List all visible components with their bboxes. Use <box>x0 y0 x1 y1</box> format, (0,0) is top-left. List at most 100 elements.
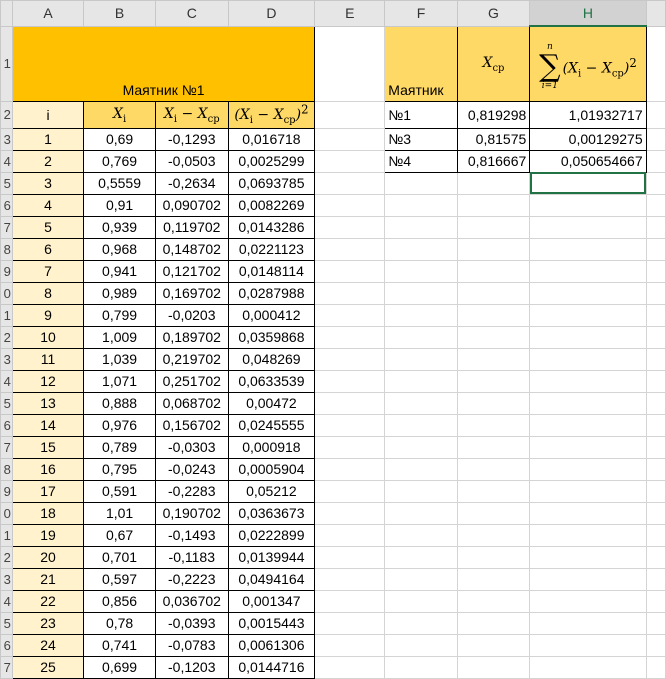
cell-i[interactable] <box>645 259 666 283</box>
index-cell[interactable]: 1 <box>11 127 85 151</box>
cell-i[interactable] <box>645 325 666 349</box>
cell-e[interactable] <box>314 457 386 481</box>
cell-i[interactable] <box>645 347 666 371</box>
cell-h[interactable] <box>529 523 647 547</box>
squared-deviation-cell[interactable]: 0,00472 <box>227 391 316 415</box>
cell-h[interactable] <box>529 633 647 657</box>
row-header[interactable]: 2 <box>0 545 13 569</box>
deviation-cell[interactable]: 0,148702 <box>154 237 229 261</box>
cell-g[interactable] <box>456 435 531 459</box>
cell-f[interactable] <box>384 215 458 239</box>
x-value-cell[interactable]: 0,769 <box>83 149 156 173</box>
cell-g[interactable] <box>456 589 531 613</box>
row-header[interactable]: 2 <box>0 100 13 129</box>
row-header[interactable]: 1 <box>0 523 13 547</box>
squared-deviation-cell[interactable]: 0,0143286 <box>227 215 316 239</box>
deviation-cell[interactable]: -0,0203 <box>154 303 229 327</box>
cell-f[interactable] <box>384 303 458 327</box>
deviation-cell[interactable]: -0,0783 <box>154 633 229 657</box>
cell-e[interactable] <box>314 215 386 239</box>
cell-i[interactable] <box>645 369 666 393</box>
index-cell[interactable]: 15 <box>11 435 85 459</box>
deviation-cell[interactable]: -0,0393 <box>154 611 229 635</box>
cell-i[interactable] <box>645 391 666 415</box>
index-cell[interactable]: 16 <box>11 457 85 481</box>
cell-e[interactable] <box>314 523 386 547</box>
formula-header-cell[interactable]: (Xi − Xср)2 <box>227 100 316 129</box>
cell-e[interactable] <box>314 413 386 437</box>
cell-f[interactable] <box>384 193 458 217</box>
x-value-cell[interactable]: 0,856 <box>83 589 156 613</box>
row-header[interactable]: 5 <box>0 391 13 415</box>
cell-h[interactable] <box>529 281 647 305</box>
cell-i[interactable] <box>645 435 666 459</box>
sum-value-cell[interactable]: 0,050654667 <box>529 149 647 173</box>
x-value-cell[interactable]: 0,939 <box>83 215 156 239</box>
deviation-cell[interactable]: -0,1293 <box>154 127 229 151</box>
cell-i1[interactable] <box>645 25 666 102</box>
cell-e[interactable] <box>314 655 386 679</box>
cell-h[interactable] <box>529 435 647 459</box>
deviation-cell[interactable]: 0,219702 <box>154 347 229 371</box>
row-header[interactable]: 8 <box>0 457 13 481</box>
cell-i[interactable] <box>645 567 666 591</box>
row-header[interactable]: 3 <box>0 347 13 371</box>
deviation-cell[interactable]: -0,2634 <box>154 171 229 195</box>
cell-e[interactable] <box>314 391 386 415</box>
cell-f[interactable] <box>384 237 458 261</box>
x-value-cell[interactable]: 1,039 <box>83 347 156 371</box>
column-header-g[interactable]: G <box>456 0 531 27</box>
cell-g[interactable] <box>456 325 531 349</box>
deviation-cell[interactable]: -0,0303 <box>154 435 229 459</box>
squared-deviation-cell[interactable]: 0,001347 <box>227 589 316 613</box>
row-header[interactable]: 0 <box>0 501 13 525</box>
cell-e1[interactable] <box>314 25 386 102</box>
row-header[interactable]: 7 <box>0 215 13 239</box>
deviation-cell[interactable]: 0,251702 <box>154 369 229 393</box>
cell-i[interactable] <box>645 215 666 239</box>
squared-deviation-cell[interactable]: 0,000918 <box>227 435 316 459</box>
row-header[interactable]: 4 <box>0 149 13 173</box>
cell-h[interactable] <box>529 171 647 195</box>
x-value-cell[interactable]: 0,989 <box>83 281 156 305</box>
cell-g[interactable] <box>456 369 531 393</box>
pendulum-name-cell[interactable]: №3 <box>384 127 458 151</box>
deviation-cell[interactable]: -0,0243 <box>154 457 229 481</box>
index-cell[interactable]: 22 <box>11 589 85 613</box>
deviation-cell[interactable]: 0,156702 <box>154 413 229 437</box>
row-header[interactable]: 2 <box>0 325 13 349</box>
deviation-cell[interactable]: 0,121702 <box>154 259 229 283</box>
row-header[interactable]: 6 <box>0 193 13 217</box>
cell-g[interactable] <box>456 391 531 415</box>
cell-i[interactable] <box>645 589 666 613</box>
cell-e[interactable] <box>314 435 386 459</box>
squared-deviation-cell[interactable]: 0,05212 <box>227 479 316 503</box>
deviation-cell[interactable]: 0,169702 <box>154 281 229 305</box>
cell-i[interactable] <box>645 171 666 195</box>
cell-e[interactable] <box>314 501 386 525</box>
cell-f[interactable] <box>384 281 458 305</box>
row-header[interactable]: 9 <box>0 259 13 283</box>
squared-deviation-cell[interactable]: 0,0245555 <box>227 413 316 437</box>
cell-f[interactable] <box>384 479 458 503</box>
row-header[interactable]: 8 <box>0 237 13 261</box>
cell-g[interactable] <box>456 523 531 547</box>
squared-deviation-cell[interactable]: 0,0015443 <box>227 611 316 635</box>
cell-h[interactable] <box>529 567 647 591</box>
x-value-cell[interactable]: 0,91 <box>83 193 156 217</box>
cell-f[interactable] <box>384 589 458 613</box>
squared-deviation-cell[interactable]: 0,0363673 <box>227 501 316 525</box>
cell-i[interactable] <box>645 281 666 305</box>
select-all-corner[interactable] <box>0 0 13 27</box>
x-value-cell[interactable]: 0,789 <box>83 435 156 459</box>
deviation-cell[interactable]: 0,189702 <box>154 325 229 349</box>
column-header-a[interactable]: A <box>11 0 85 27</box>
cell-h[interactable] <box>529 391 647 415</box>
row-header[interactable]: 6 <box>0 413 13 437</box>
squared-deviation-cell[interactable]: 0,016718 <box>227 127 316 151</box>
cell-f[interactable] <box>384 347 458 371</box>
cell-f[interactable] <box>384 655 458 679</box>
deviation-cell[interactable]: 0,190702 <box>154 501 229 525</box>
cell-g[interactable] <box>456 171 531 195</box>
cell-g[interactable] <box>456 347 531 371</box>
